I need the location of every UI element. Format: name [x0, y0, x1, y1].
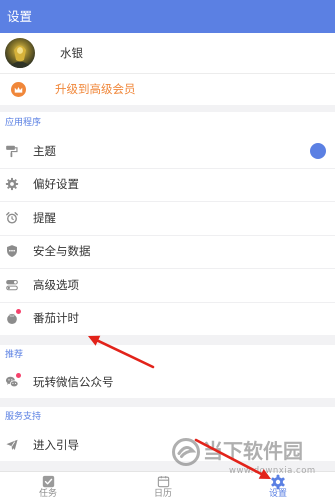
- settings-item-wechat[interactable]: 玩转微信公众号: [0, 366, 335, 398]
- settings-screen: 设置 水银 升级到高级会员 应用程序 主题 偏好设置 提醒 安全与数据 高级选项…: [0, 0, 335, 500]
- app-bar: 设置: [0, 0, 335, 33]
- calendar-icon: [157, 475, 170, 488]
- paint-roller-icon: [5, 144, 19, 158]
- watermark-logo-icon: [171, 437, 201, 467]
- settings-item-label: 番茄计时: [33, 311, 79, 326]
- tab-label: 设置: [268, 489, 287, 499]
- page-title: 设置: [7, 9, 33, 24]
- section-title: 应用程序: [5, 118, 42, 128]
- watermark-brand: 当下软件园: [203, 439, 303, 463]
- tab-tasks[interactable]: 任务: [18, 472, 78, 500]
- settings-item-reminders[interactable]: 提醒: [0, 201, 335, 235]
- gear-icon: [5, 177, 19, 191]
- new-badge: [16, 309, 21, 315]
- upgrade-label: 升级到高级会员: [55, 82, 136, 96]
- tab-settings[interactable]: 设置: [248, 472, 308, 500]
- settings-icon: [270, 474, 286, 490]
- alarm-clock-icon: [5, 211, 19, 225]
- tab-label: 任务: [38, 489, 57, 499]
- settings-item-label: 偏好设置: [33, 177, 79, 192]
- avatar[interactable]: [5, 38, 35, 68]
- settings-item-preferences[interactable]: 偏好设置: [0, 167, 335, 202]
- profile-name: 水银: [60, 46, 83, 60]
- settings-item-advanced[interactable]: 高级选项: [0, 268, 335, 302]
- settings-item-label: 高级选项: [33, 277, 79, 292]
- crown-icon: [11, 82, 26, 97]
- watermark-url: www.downxia.com: [229, 466, 316, 476]
- section-gap: [0, 398, 335, 407]
- profile-row[interactable]: 水银: [0, 33, 335, 73]
- settings-item-label: 玩转微信公众号: [33, 375, 114, 389]
- settings-item-label: 安全与数据: [33, 244, 91, 259]
- upgrade-premium-row[interactable]: 升级到高级会员: [0, 74, 335, 105]
- section-title: 推荐: [5, 350, 24, 360]
- section-app-settings: 应用程序 主题 偏好设置 提醒 安全与数据 高级选项 番茄计时: [0, 112, 335, 335]
- section-recommend: 推荐 玩转微信公众号: [0, 345, 335, 398]
- tab-label: 日历: [153, 489, 172, 499]
- settings-item-label: 主题: [33, 143, 56, 158]
- settings-item-label: 进入引导: [33, 437, 79, 452]
- settings-item-security[interactable]: 安全与数据: [0, 234, 335, 269]
- guide-icon: [5, 438, 19, 452]
- section-title: 服务支持: [5, 412, 42, 422]
- section-gap: [0, 105, 335, 112]
- shield-icon: [5, 244, 19, 258]
- settings-item-label: 提醒: [33, 210, 56, 225]
- settings-item-theme[interactable]: 主题: [0, 134, 335, 168]
- new-badge: [16, 373, 21, 378]
- toggle-icon: [5, 278, 19, 292]
- tab-calendar[interactable]: 日历: [133, 472, 193, 500]
- section-gap: [0, 335, 335, 345]
- task-checkbox-icon: [42, 475, 55, 488]
- settings-item-pomodoro[interactable]: 番茄计时: [0, 301, 335, 336]
- theme-color-swatch: [310, 142, 326, 159]
